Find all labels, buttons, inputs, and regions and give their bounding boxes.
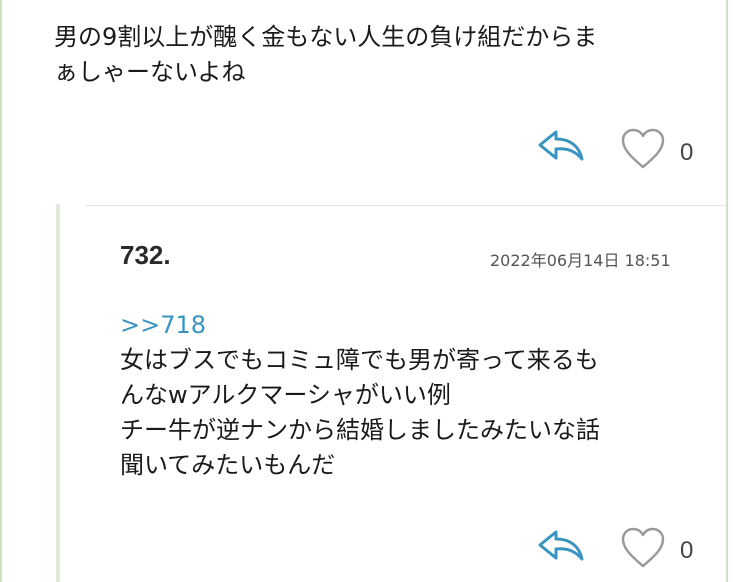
anchor-link[interactable]: >>718: [120, 308, 600, 343]
heart-outline-icon[interactable]: [620, 127, 666, 171]
right-border: [726, 0, 728, 582]
reply-body-line: チー牛が逆ナンから結婚しましたみたいな話: [120, 416, 600, 444]
post-body: 男の9割以上が醜く金もない人生の負け組だからま ぁしゃーないよね: [54, 20, 597, 90]
reply-body-line: んなwアルクマーシャがいい例: [120, 381, 451, 409]
post-body-line: 男の9割以上が醜く金もない人生の負け組だからま: [54, 23, 598, 51]
reply-body-line: 聞いてみたいもんだ: [120, 451, 336, 479]
reply-arrow-icon[interactable]: [536, 128, 586, 162]
reply-timestamp: 2022年06月14日 18:51: [490, 251, 671, 270]
reply-thread-line: [56, 204, 60, 582]
reply-body: >>718 女はブスでもコミュ障でも男が寄って来るも んなwアルクマーシャがいい…: [120, 308, 600, 483]
heart-outline-icon[interactable]: [620, 526, 666, 570]
divider: [86, 205, 726, 206]
reply-body-line: 女はブスでもコミュ障でも男が寄って来るも: [120, 346, 599, 374]
like-count: 0: [680, 537, 694, 564]
like-count: 0: [680, 139, 694, 166]
left-border: [0, 0, 2, 582]
post-body-line: ぁしゃーないよね: [54, 58, 246, 86]
reply-number: 732.: [120, 240, 171, 270]
reply-arrow-icon[interactable]: [536, 528, 586, 562]
